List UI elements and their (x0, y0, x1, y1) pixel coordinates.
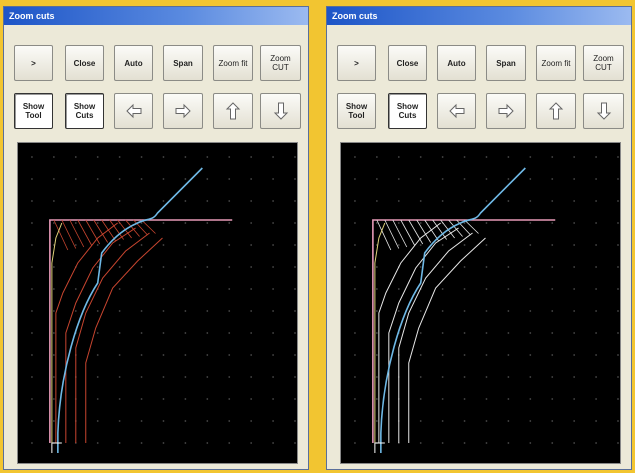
zoom-cuts-window-right: Zoom cuts > Close Auto Span Zoom fit Zoo… (326, 6, 632, 470)
toolpath-canvas[interactable] (340, 142, 621, 464)
hatch-line (61, 219, 77, 249)
grid-dots (354, 156, 619, 444)
toolpath-view (31, 156, 296, 453)
span-button[interactable]: Span (163, 45, 203, 81)
toolpath-canvas[interactable] (17, 142, 298, 464)
auto-button[interactable]: Auto (437, 45, 476, 81)
pan-up-button[interactable] (213, 93, 253, 129)
show-tool-toggle[interactable]: Show Tool (337, 93, 376, 129)
hatch-line (384, 219, 400, 249)
pan-up-button[interactable] (536, 93, 576, 129)
right-arrow-icon (498, 103, 514, 119)
hatch-line (464, 219, 479, 234)
pan-left-button[interactable] (437, 93, 476, 129)
up-arrow-icon (225, 102, 241, 120)
hatch-line (69, 219, 85, 248)
next-button[interactable]: > (14, 45, 53, 81)
next-button[interactable]: > (337, 45, 376, 81)
tool-edge (374, 442, 385, 453)
zoom-cut-button[interactable]: Zoom CUT (583, 45, 624, 81)
close-button[interactable]: Close (65, 45, 104, 81)
span-button[interactable]: Span (486, 45, 526, 81)
hatch-line (93, 219, 109, 243)
hatch-line (77, 219, 93, 246)
cut-pass-1 (55, 222, 118, 443)
cut-pass-4 (85, 237, 163, 443)
pan-left-button[interactable] (114, 93, 153, 129)
right-arrow-icon (175, 103, 191, 119)
window-title: Zoom cuts (327, 7, 631, 25)
zoom-cuts-window-left: Zoom cuts > Close Auto Span Zoom fit Zoo… (3, 6, 309, 470)
hatch-line (141, 219, 156, 234)
zoom-cut-button[interactable]: Zoom CUT (260, 45, 301, 81)
pan-right-button[interactable] (163, 93, 203, 129)
window-title: Zoom cuts (4, 7, 308, 25)
cut-pass-3 (75, 232, 150, 443)
hatch-line (400, 219, 416, 246)
show-cuts-toggle[interactable]: Show Cuts (65, 93, 104, 129)
pan-right-button[interactable] (486, 93, 526, 129)
grid-dots (31, 156, 296, 444)
pan-down-button[interactable] (260, 93, 301, 129)
down-arrow-icon (273, 102, 288, 120)
stock-outline (372, 219, 556, 443)
close-button[interactable]: Close (388, 45, 427, 81)
show-cuts-toggle[interactable]: Show Cuts (388, 93, 427, 129)
hatch-line (416, 219, 432, 243)
up-arrow-icon (548, 102, 564, 120)
cut-pass-4 (408, 237, 486, 443)
toolpath-view (354, 156, 619, 453)
tool-edge (51, 442, 62, 453)
zoom-fit-button[interactable]: Zoom fit (536, 45, 576, 81)
finish-profile (380, 167, 526, 453)
auto-button[interactable]: Auto (114, 45, 153, 81)
left-arrow-icon (125, 103, 141, 119)
stock-outline (49, 219, 233, 443)
cut-pass-1 (378, 222, 441, 443)
pan-down-button[interactable] (583, 93, 624, 129)
cut-pass-3 (398, 232, 473, 443)
finish-profile (57, 167, 203, 453)
zoom-fit-button[interactable]: Zoom fit (213, 45, 253, 81)
down-arrow-icon (596, 102, 611, 120)
left-arrow-icon (448, 103, 464, 119)
hatch-line (424, 219, 439, 242)
hatch-line (392, 219, 408, 248)
show-tool-toggle[interactable]: Show Tool (14, 93, 53, 129)
hatch-line (101, 219, 116, 242)
